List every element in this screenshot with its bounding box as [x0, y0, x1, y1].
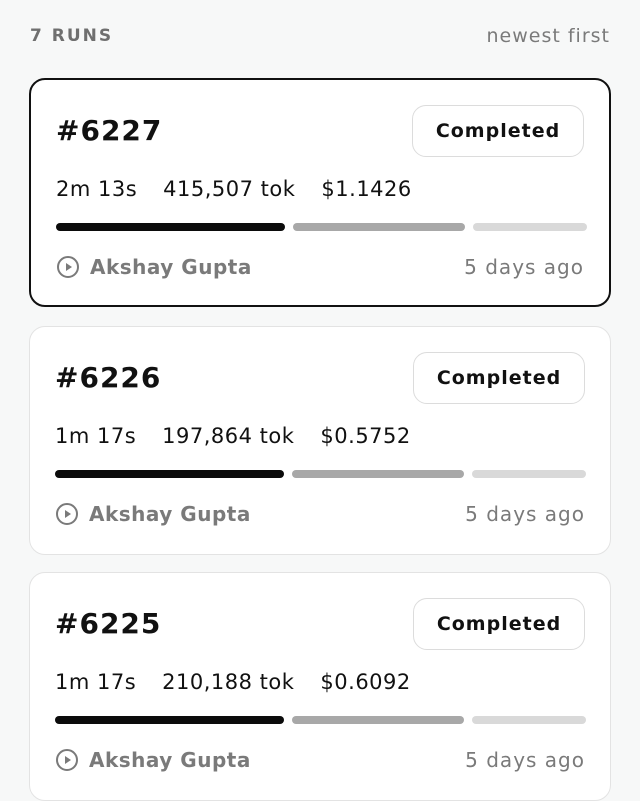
run-stats: 2m 13s 415,507 tok $1.1426 [56, 177, 412, 201]
run-tokens: 197,864 tok [162, 424, 295, 448]
progress-segments [56, 223, 587, 231]
author: Akshay Gupta [55, 502, 251, 526]
run-cost: $0.6092 [320, 670, 411, 694]
progress-segment-mid [292, 470, 464, 478]
run-duration: 1m 17s [55, 670, 137, 694]
run-stats: 1m 17s 197,864 tok $0.5752 [55, 424, 411, 448]
play-circle-icon [56, 749, 78, 771]
run-time: 5 days ago [465, 748, 585, 772]
run-time: 5 days ago [464, 255, 584, 279]
runs-header: 7 RUNS newest first [30, 22, 610, 50]
run-card[interactable]: #6225 Completed 1m 17s 210,188 tok $0.60… [29, 572, 611, 801]
progress-segment-mid [292, 716, 464, 724]
run-card[interactable]: #6226 Completed 1m 17s 197,864 tok $0.57… [29, 326, 611, 555]
run-id: #6227 [56, 114, 163, 147]
author: Akshay Gupta [55, 748, 251, 772]
status-badge: Completed [413, 598, 585, 650]
progress-segments [55, 470, 586, 478]
progress-segment-dark [55, 716, 284, 724]
progress-segment-light [472, 470, 586, 478]
run-cost: $0.5752 [320, 424, 411, 448]
run-meta: Akshay Gupta 5 days ago [55, 499, 585, 529]
run-meta: Akshay Gupta 5 days ago [55, 745, 585, 775]
runs-count: 7 RUNS [30, 26, 114, 46]
run-time: 5 days ago [465, 502, 585, 526]
progress-segments [55, 716, 586, 724]
play-circle-icon [56, 503, 78, 525]
run-id: #6226 [55, 361, 162, 394]
status-badge: Completed [412, 105, 584, 157]
run-cost: $1.1426 [321, 177, 412, 201]
run-tokens: 415,507 tok [163, 177, 296, 201]
play-circle-icon [57, 256, 79, 278]
run-stats: 1m 17s 210,188 tok $0.6092 [55, 670, 411, 694]
progress-segment-light [473, 223, 587, 231]
progress-segment-mid [293, 223, 465, 231]
run-tokens: 210,188 tok [162, 670, 295, 694]
progress-segment-light [472, 716, 586, 724]
status-badge: Completed [413, 352, 585, 404]
run-duration: 2m 13s [56, 177, 138, 201]
progress-segment-dark [55, 470, 284, 478]
author-name: Akshay Gupta [89, 502, 251, 526]
run-id: #6225 [55, 607, 162, 640]
run-card[interactable]: #6227 Completed 2m 13s 415,507 tok $1.14… [29, 78, 611, 307]
author: Akshay Gupta [56, 255, 252, 279]
run-meta: Akshay Gupta 5 days ago [56, 252, 584, 282]
run-duration: 1m 17s [55, 424, 137, 448]
author-name: Akshay Gupta [90, 255, 252, 279]
author-name: Akshay Gupta [89, 748, 251, 772]
sort-toggle[interactable]: newest first [487, 25, 610, 47]
progress-segment-dark [56, 223, 285, 231]
